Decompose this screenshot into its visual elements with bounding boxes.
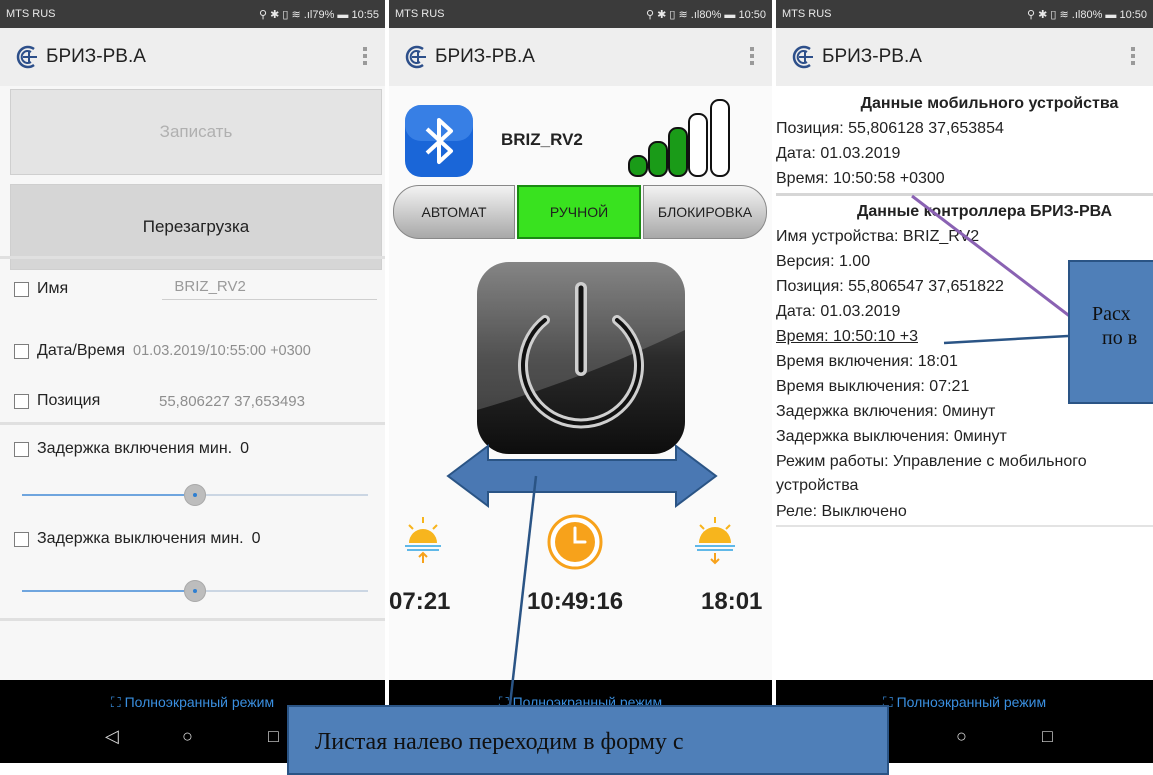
callout-pointer-line xyxy=(508,475,538,706)
right-callout-line1: Расх xyxy=(1092,303,1131,325)
swipe-double-arrow-icon xyxy=(446,444,718,508)
bottom-callout-text: Листая налево переходим в форму с xyxy=(315,729,684,755)
bottom-callout: Листая налево переходим в форму с xyxy=(287,705,889,775)
callout-pointer-line xyxy=(911,194,1081,326)
annotation-overlay xyxy=(446,194,1081,706)
right-callout-line2: по в xyxy=(1102,327,1138,349)
right-callout: Расх по в xyxy=(1068,260,1153,404)
callout-pointer-line xyxy=(943,334,1069,345)
